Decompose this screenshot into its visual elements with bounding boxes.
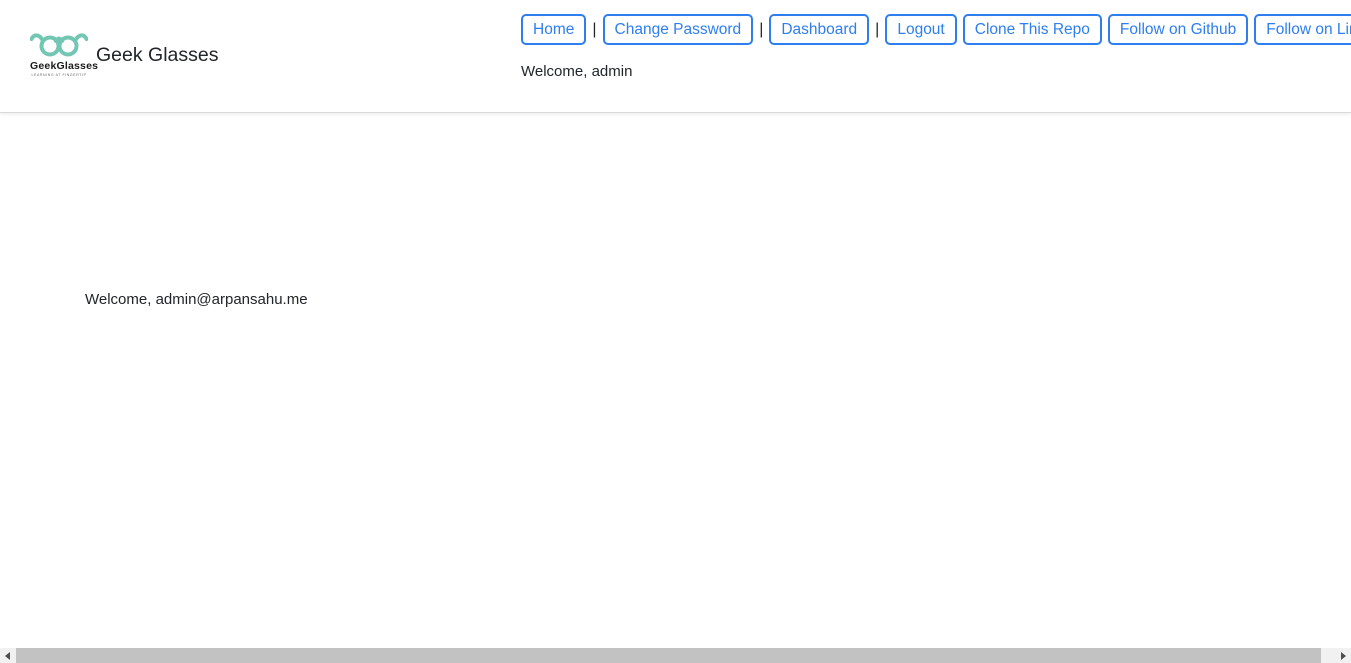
nav-button-clone-repo[interactable]: Clone This Repo	[963, 14, 1102, 45]
scrollbar-right-arrow[interactable]	[1336, 648, 1351, 663]
nav-welcome-text: Welcome, admin	[521, 63, 632, 80]
logo-tagline: LEARNING AT FINGERTIP	[30, 74, 88, 78]
nav-button-follow-linkedin[interactable]: Follow on LinkedIn	[1254, 14, 1351, 45]
glasses-icon	[30, 27, 88, 60]
right-arrow-icon	[1341, 652, 1346, 660]
nav-separator: |	[759, 21, 763, 39]
nav-separator: |	[875, 21, 879, 39]
horizontal-scrollbar[interactable]	[0, 648, 1351, 663]
logo-wordmark: GeekGlasses	[30, 61, 88, 72]
left-arrow-icon	[5, 652, 10, 660]
nav-button-follow-github[interactable]: Follow on Github	[1108, 14, 1248, 45]
nav-button-home[interactable]: Home	[521, 14, 586, 45]
scrollbar-thumb[interactable]	[16, 648, 1321, 663]
page-title: Geek Glasses	[96, 44, 218, 67]
main-nav: Home | Change Password | Dashboard | Log…	[521, 14, 1351, 45]
nav-button-dashboard[interactable]: Dashboard	[769, 14, 869, 45]
nav-separator: |	[592, 21, 596, 39]
header: GeekGlasses LEARNING AT FINGERTIP Geek G…	[0, 0, 1351, 113]
nav-button-change-password[interactable]: Change Password	[603, 14, 754, 45]
geek-glasses-logo[interactable]: GeekGlasses LEARNING AT FINGERTIP	[30, 27, 88, 77]
nav-button-logout[interactable]: Logout	[885, 14, 956, 45]
welcome-message: Welcome, admin@arpansahu.me	[85, 291, 308, 308]
scrollbar-left-arrow[interactable]	[0, 648, 15, 663]
